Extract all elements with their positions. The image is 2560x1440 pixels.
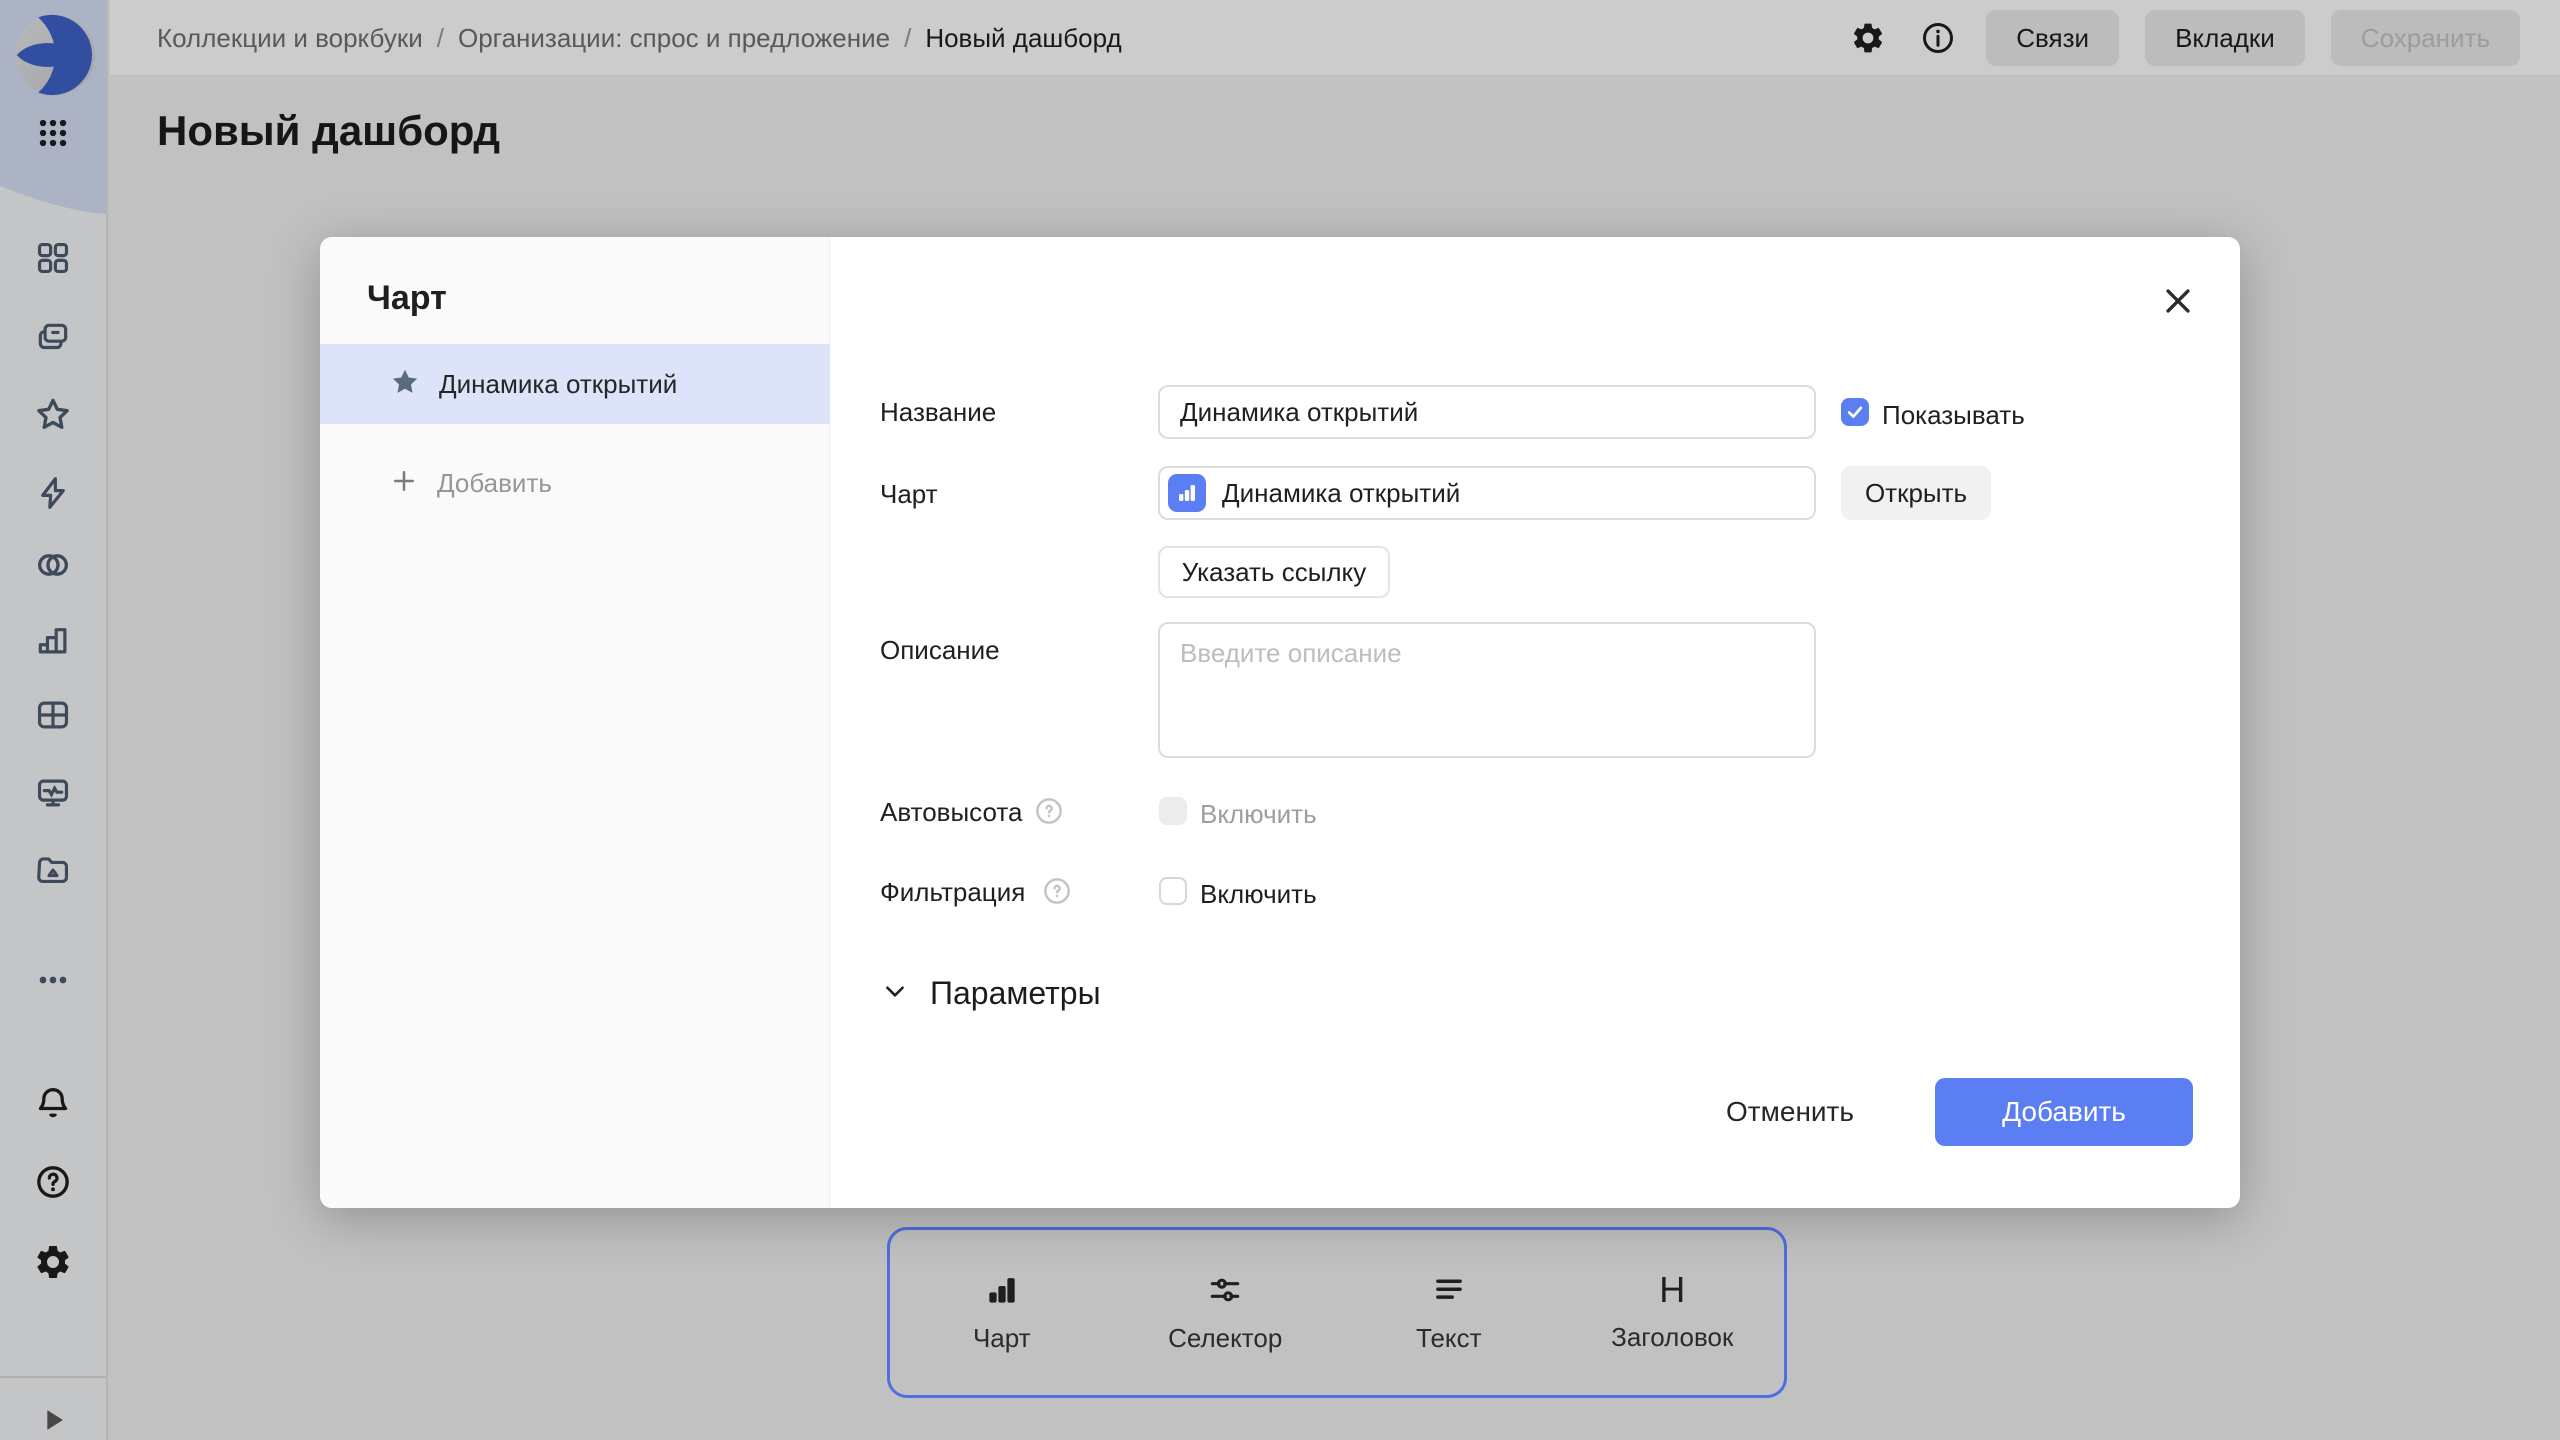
chart-list-item-selected[interactable]: Динамика открытий bbox=[320, 344, 830, 424]
chart-select-value: Динамика открытий bbox=[1222, 478, 1460, 509]
add-chart-list-button[interactable]: Добавить bbox=[320, 451, 830, 515]
params-section-label: Параметры bbox=[930, 975, 1101, 1012]
dialog-panel-title: Чарт bbox=[367, 279, 447, 318]
autoheight-checkbox bbox=[1159, 797, 1187, 825]
autoheight-help-icon[interactable] bbox=[1035, 797, 1063, 825]
filtering-checkbox-label[interactable]: Включить bbox=[1200, 879, 1317, 910]
text-lines-icon bbox=[1430, 1271, 1468, 1309]
app-root: Коллекции и воркбуки / Организации: спро… bbox=[0, 0, 2560, 1440]
chart-bars-icon bbox=[983, 1271, 1021, 1309]
heading-h-icon: H bbox=[1659, 1272, 1685, 1308]
dialog-left-panel: Чарт Динамика открытий Добавить bbox=[320, 237, 830, 1208]
add-chart-dialog: Чарт Динамика открытий Добавить bbox=[320, 237, 2240, 1208]
chart-bars-icon bbox=[1168, 474, 1206, 512]
toolbar-item-label: Селектор bbox=[1168, 1323, 1282, 1354]
toolbar-item-text[interactable]: Текст bbox=[1337, 1230, 1561, 1395]
toolbar-item-chart[interactable]: Чарт bbox=[890, 1230, 1114, 1395]
chevron-down-icon bbox=[882, 978, 908, 1009]
description-label: Описание bbox=[880, 635, 1000, 666]
dashboard-edit-toolbar: Чарт Селектор Текст H Заголовок bbox=[887, 1227, 1787, 1398]
toolbar-item-selector[interactable]: Селектор bbox=[1114, 1230, 1338, 1395]
open-chart-button[interactable]: Открыть bbox=[1841, 466, 1991, 520]
toolbar-item-label: Чарт bbox=[973, 1323, 1031, 1354]
toolbar-item-label: Текст bbox=[1416, 1323, 1481, 1354]
chart-select-field[interactable]: Динамика открытий bbox=[1158, 466, 1816, 520]
filtering-help-icon[interactable] bbox=[1043, 877, 1071, 905]
add-button[interactable]: Добавить bbox=[1935, 1078, 2193, 1146]
chart-list-item-label: Динамика открытий bbox=[439, 369, 677, 400]
sliders-icon bbox=[1206, 1271, 1244, 1309]
autoheight-checkbox-label: Включить bbox=[1200, 799, 1317, 830]
star-filled-icon bbox=[389, 366, 421, 403]
filtering-label: Фильтрация bbox=[880, 877, 1025, 908]
cancel-button[interactable]: Отменить bbox=[1700, 1078, 1880, 1146]
plus-icon bbox=[389, 466, 419, 501]
filtering-checkbox[interactable] bbox=[1159, 877, 1187, 905]
add-chart-list-label: Добавить bbox=[437, 468, 552, 499]
params-section-toggle[interactable]: Параметры bbox=[882, 975, 1101, 1012]
show-checkbox[interactable] bbox=[1841, 398, 1869, 426]
name-input[interactable] bbox=[1158, 385, 1816, 439]
chart-label: Чарт bbox=[880, 479, 938, 510]
show-checkbox-label[interactable]: Показывать bbox=[1882, 400, 2025, 431]
description-textarea[interactable] bbox=[1158, 622, 1816, 758]
close-x-icon[interactable] bbox=[2160, 283, 2196, 319]
toolbar-item-label: Заголовок bbox=[1611, 1322, 1733, 1353]
autoheight-label: Автовысота bbox=[880, 797, 1022, 828]
name-label: Название bbox=[880, 397, 996, 428]
toolbar-item-header[interactable]: H Заголовок bbox=[1561, 1230, 1785, 1395]
specify-link-button[interactable]: Указать ссылку bbox=[1158, 546, 1390, 598]
